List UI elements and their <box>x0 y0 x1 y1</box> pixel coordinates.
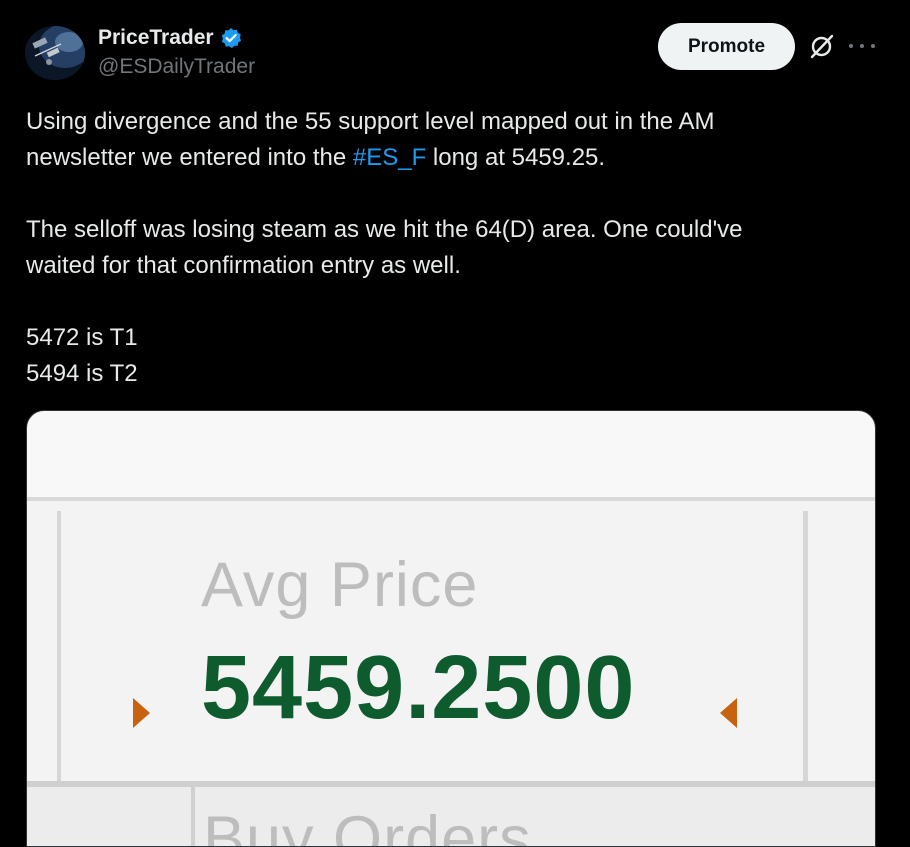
tweet-text-segment: long at 5459.25. <box>426 144 606 171</box>
verified-badge-icon <box>220 27 242 49</box>
more-dot <box>849 44 853 48</box>
avatar[interactable] <box>25 26 85 80</box>
arrow-left-icon <box>720 698 737 728</box>
target-line: 5472 is T1 <box>26 324 138 351</box>
tweet-line: newsletter we entered into the #ES_F lon… <box>26 140 886 176</box>
author-name-row[interactable]: PriceTrader <box>98 24 242 52</box>
tweet-card: PriceTrader @ESDailyTrader Promote Using… <box>0 0 910 847</box>
tweet-text: Using divergence and the 55 support leve… <box>26 104 886 392</box>
hashtag-link[interactable]: #ES_F <box>353 144 426 171</box>
more-dot <box>871 44 875 48</box>
target-line: 5494 is T2 <box>26 360 138 387</box>
grok-icon[interactable] <box>808 33 835 60</box>
tweet-line: Using divergence and the 55 support leve… <box>26 108 715 135</box>
tweet-line: waited for that confirmation entry as we… <box>26 252 461 279</box>
arrow-right-icon <box>133 698 150 728</box>
author-handle[interactable]: @ESDailyTrader <box>98 55 255 79</box>
promote-button[interactable]: Promote <box>658 23 795 70</box>
tweet-text-segment: newsletter we entered into the <box>26 144 353 171</box>
satellite-image <box>25 26 85 80</box>
media-divider <box>57 511 61 781</box>
author-name[interactable]: PriceTrader <box>98 26 214 50</box>
more-dots-icon[interactable] <box>849 36 875 56</box>
tweet-media-image[interactable]: Avg Price 5459.2500 Buy Orders <box>26 410 876 847</box>
avg-price-label: Avg Price <box>201 550 479 620</box>
tweet-line: The selloff was losing steam as we hit t… <box>26 216 743 243</box>
media-divider <box>191 787 195 846</box>
media-divider <box>803 511 808 781</box>
more-dot <box>860 44 864 48</box>
buy-orders-label: Buy Orders <box>203 804 532 847</box>
avg-price-value: 5459.2500 <box>201 638 636 738</box>
